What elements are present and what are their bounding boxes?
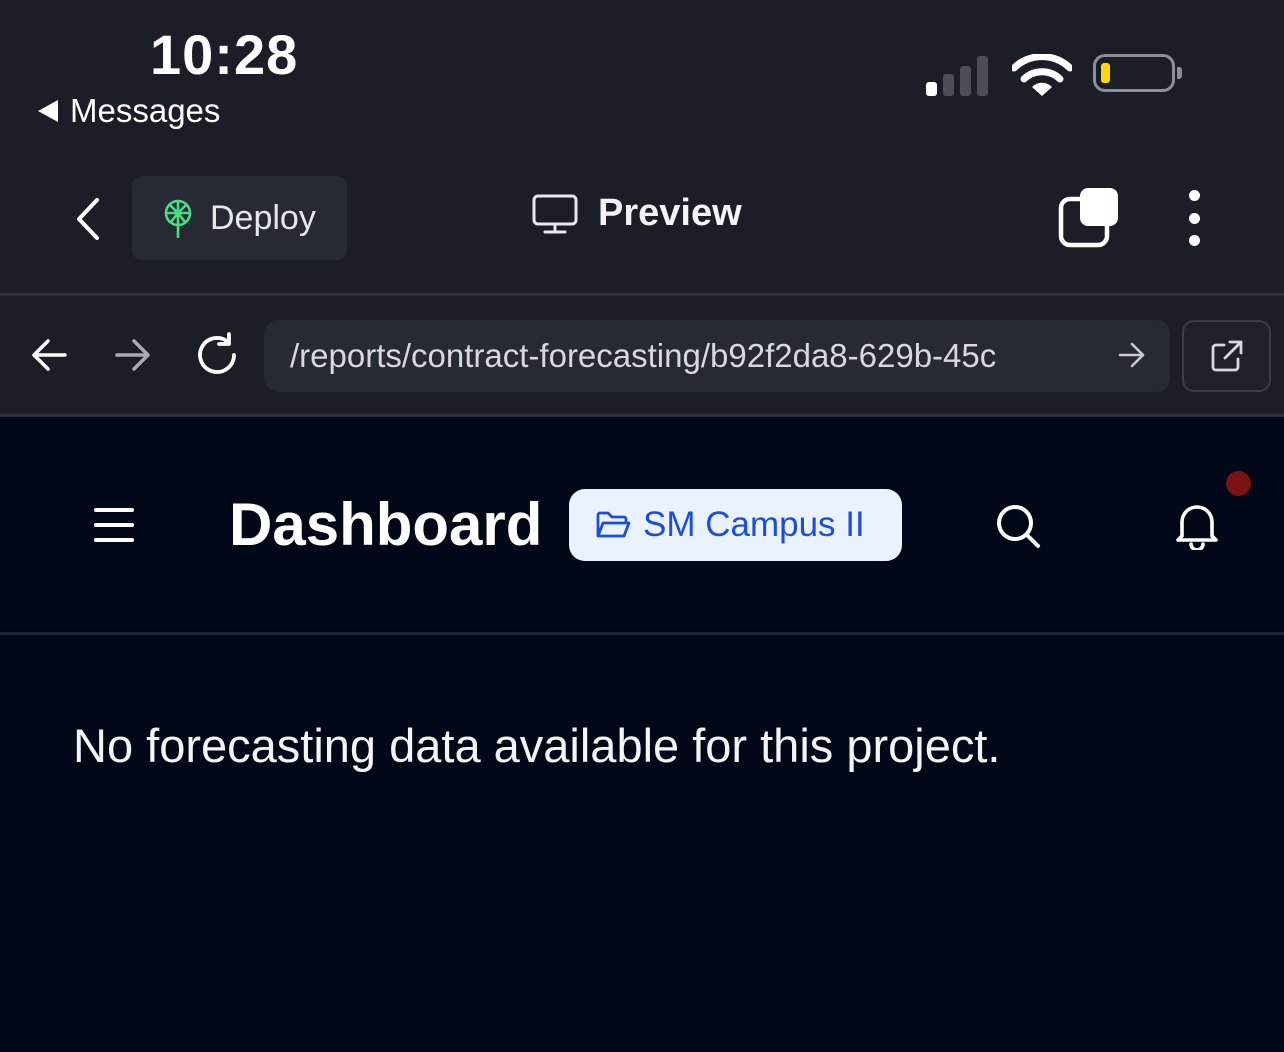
reload-button[interactable]: [194, 332, 240, 378]
hamburger-icon: [94, 508, 134, 512]
external-link-icon: [1211, 340, 1242, 372]
arrow-left-icon: [32, 339, 67, 371]
battery-level: [1101, 63, 1110, 83]
nav-forward-button[interactable]: [110, 332, 156, 378]
header-divider: [0, 632, 1284, 635]
wifi-icon: [1012, 54, 1072, 96]
url-text: /reports/contract-forecasting/b92f2da8-6…: [290, 337, 997, 374]
back-app-label: Messages: [70, 92, 221, 129]
arrow-right-icon: [115, 339, 150, 371]
back-triangle-icon: [38, 100, 58, 122]
go-arrow-icon[interactable]: [1118, 340, 1146, 370]
open-external-button[interactable]: [1182, 320, 1271, 392]
chevron-left-icon: [77, 198, 99, 240]
monitor-icon: [532, 194, 578, 233]
back-to-app-link[interactable]: Messages: [38, 92, 220, 130]
url-field[interactable]: /reports/contract-forecasting/b92f2da8-6…: [264, 320, 1170, 392]
deploy-icon: [164, 199, 192, 238]
project-label: SM Campus II: [643, 505, 865, 544]
preview-label: Preview: [598, 192, 742, 234]
preview-tab[interactable]: Preview: [532, 192, 742, 235]
project-selector[interactable]: SM Campus II: [569, 489, 902, 561]
page-title: Dashboard: [229, 491, 543, 558]
deploy-button[interactable]: Deploy: [132, 176, 347, 260]
deploy-label: Deploy: [210, 198, 316, 237]
battery-icon: [1093, 54, 1182, 92]
cellular-signal-icon: [926, 56, 988, 96]
nav-back-button[interactable]: [26, 332, 72, 378]
menu-button[interactable]: [94, 508, 134, 542]
status-time: 10:28: [150, 23, 299, 86]
empty-state-message: No forecasting data available for this p…: [73, 719, 1001, 772]
bell-icon[interactable]: [1174, 500, 1220, 550]
divider: [0, 414, 1284, 417]
reload-icon: [198, 332, 236, 374]
tabs-icon[interactable]: [1058, 186, 1120, 248]
back-button[interactable]: [68, 196, 108, 242]
more-options-button[interactable]: [1176, 190, 1212, 246]
notification-badge: [1226, 471, 1251, 496]
search-icon[interactable]: [994, 502, 1042, 550]
folder-open-icon: [596, 511, 631, 538]
